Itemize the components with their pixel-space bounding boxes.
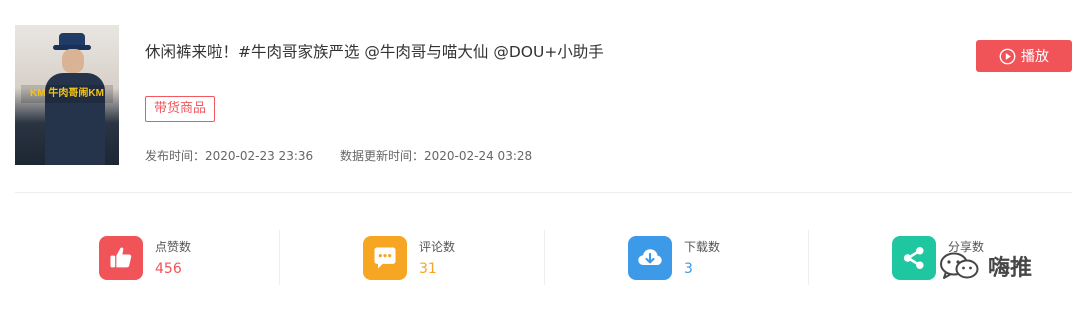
section-divider (15, 192, 1072, 193)
stat-separator (279, 230, 280, 285)
video-title: 休闲裤来啦！#牛肉哥家族严选 @牛肉哥与喵大仙 @DOU+小助手 (145, 43, 604, 61)
stat-likes-value: 456 (155, 261, 182, 277)
play-button-label: 播放 (1021, 49, 1049, 65)
share-icon (892, 236, 936, 280)
download-cloud-icon (628, 236, 672, 280)
stat-separator (544, 230, 545, 285)
thumbs-up-icon (99, 236, 143, 280)
update-time: 数据更新时间：2020-02-24 03:28 (340, 149, 533, 163)
stat-likes: 点赞数 456 (99, 230, 339, 290)
watermark-text: 嗨推 (988, 256, 1033, 281)
stat-comments: 评论数 31 (363, 230, 603, 290)
publish-time: 发布时间：2020-02-23 23:36 (145, 149, 314, 163)
stat-downloads-value: 3 (684, 261, 693, 277)
play-button[interactable]: 播放 (976, 40, 1072, 72)
thumbnail-face (62, 49, 84, 73)
watermark: 嗨推 (938, 250, 1032, 282)
stat-comments-label: 评论数 (419, 240, 456, 254)
stat-comments-value: 31 (419, 261, 437, 277)
comment-icon (363, 236, 407, 280)
stat-likes-label: 点赞数 (155, 240, 192, 254)
wechat-icon (940, 252, 979, 279)
play-icon (999, 48, 1016, 64)
product-tag[interactable]: 带货商品 (145, 96, 216, 122)
thumbnail-caption: KM 牛肉哥闹KM (21, 85, 113, 103)
video-thumbnail[interactable]: KM 牛肉哥闹KM (15, 25, 119, 165)
stat-downloads-label: 下载数 (684, 240, 721, 254)
stat-separator (808, 230, 809, 285)
stat-downloads: 下载数 3 (628, 230, 868, 290)
